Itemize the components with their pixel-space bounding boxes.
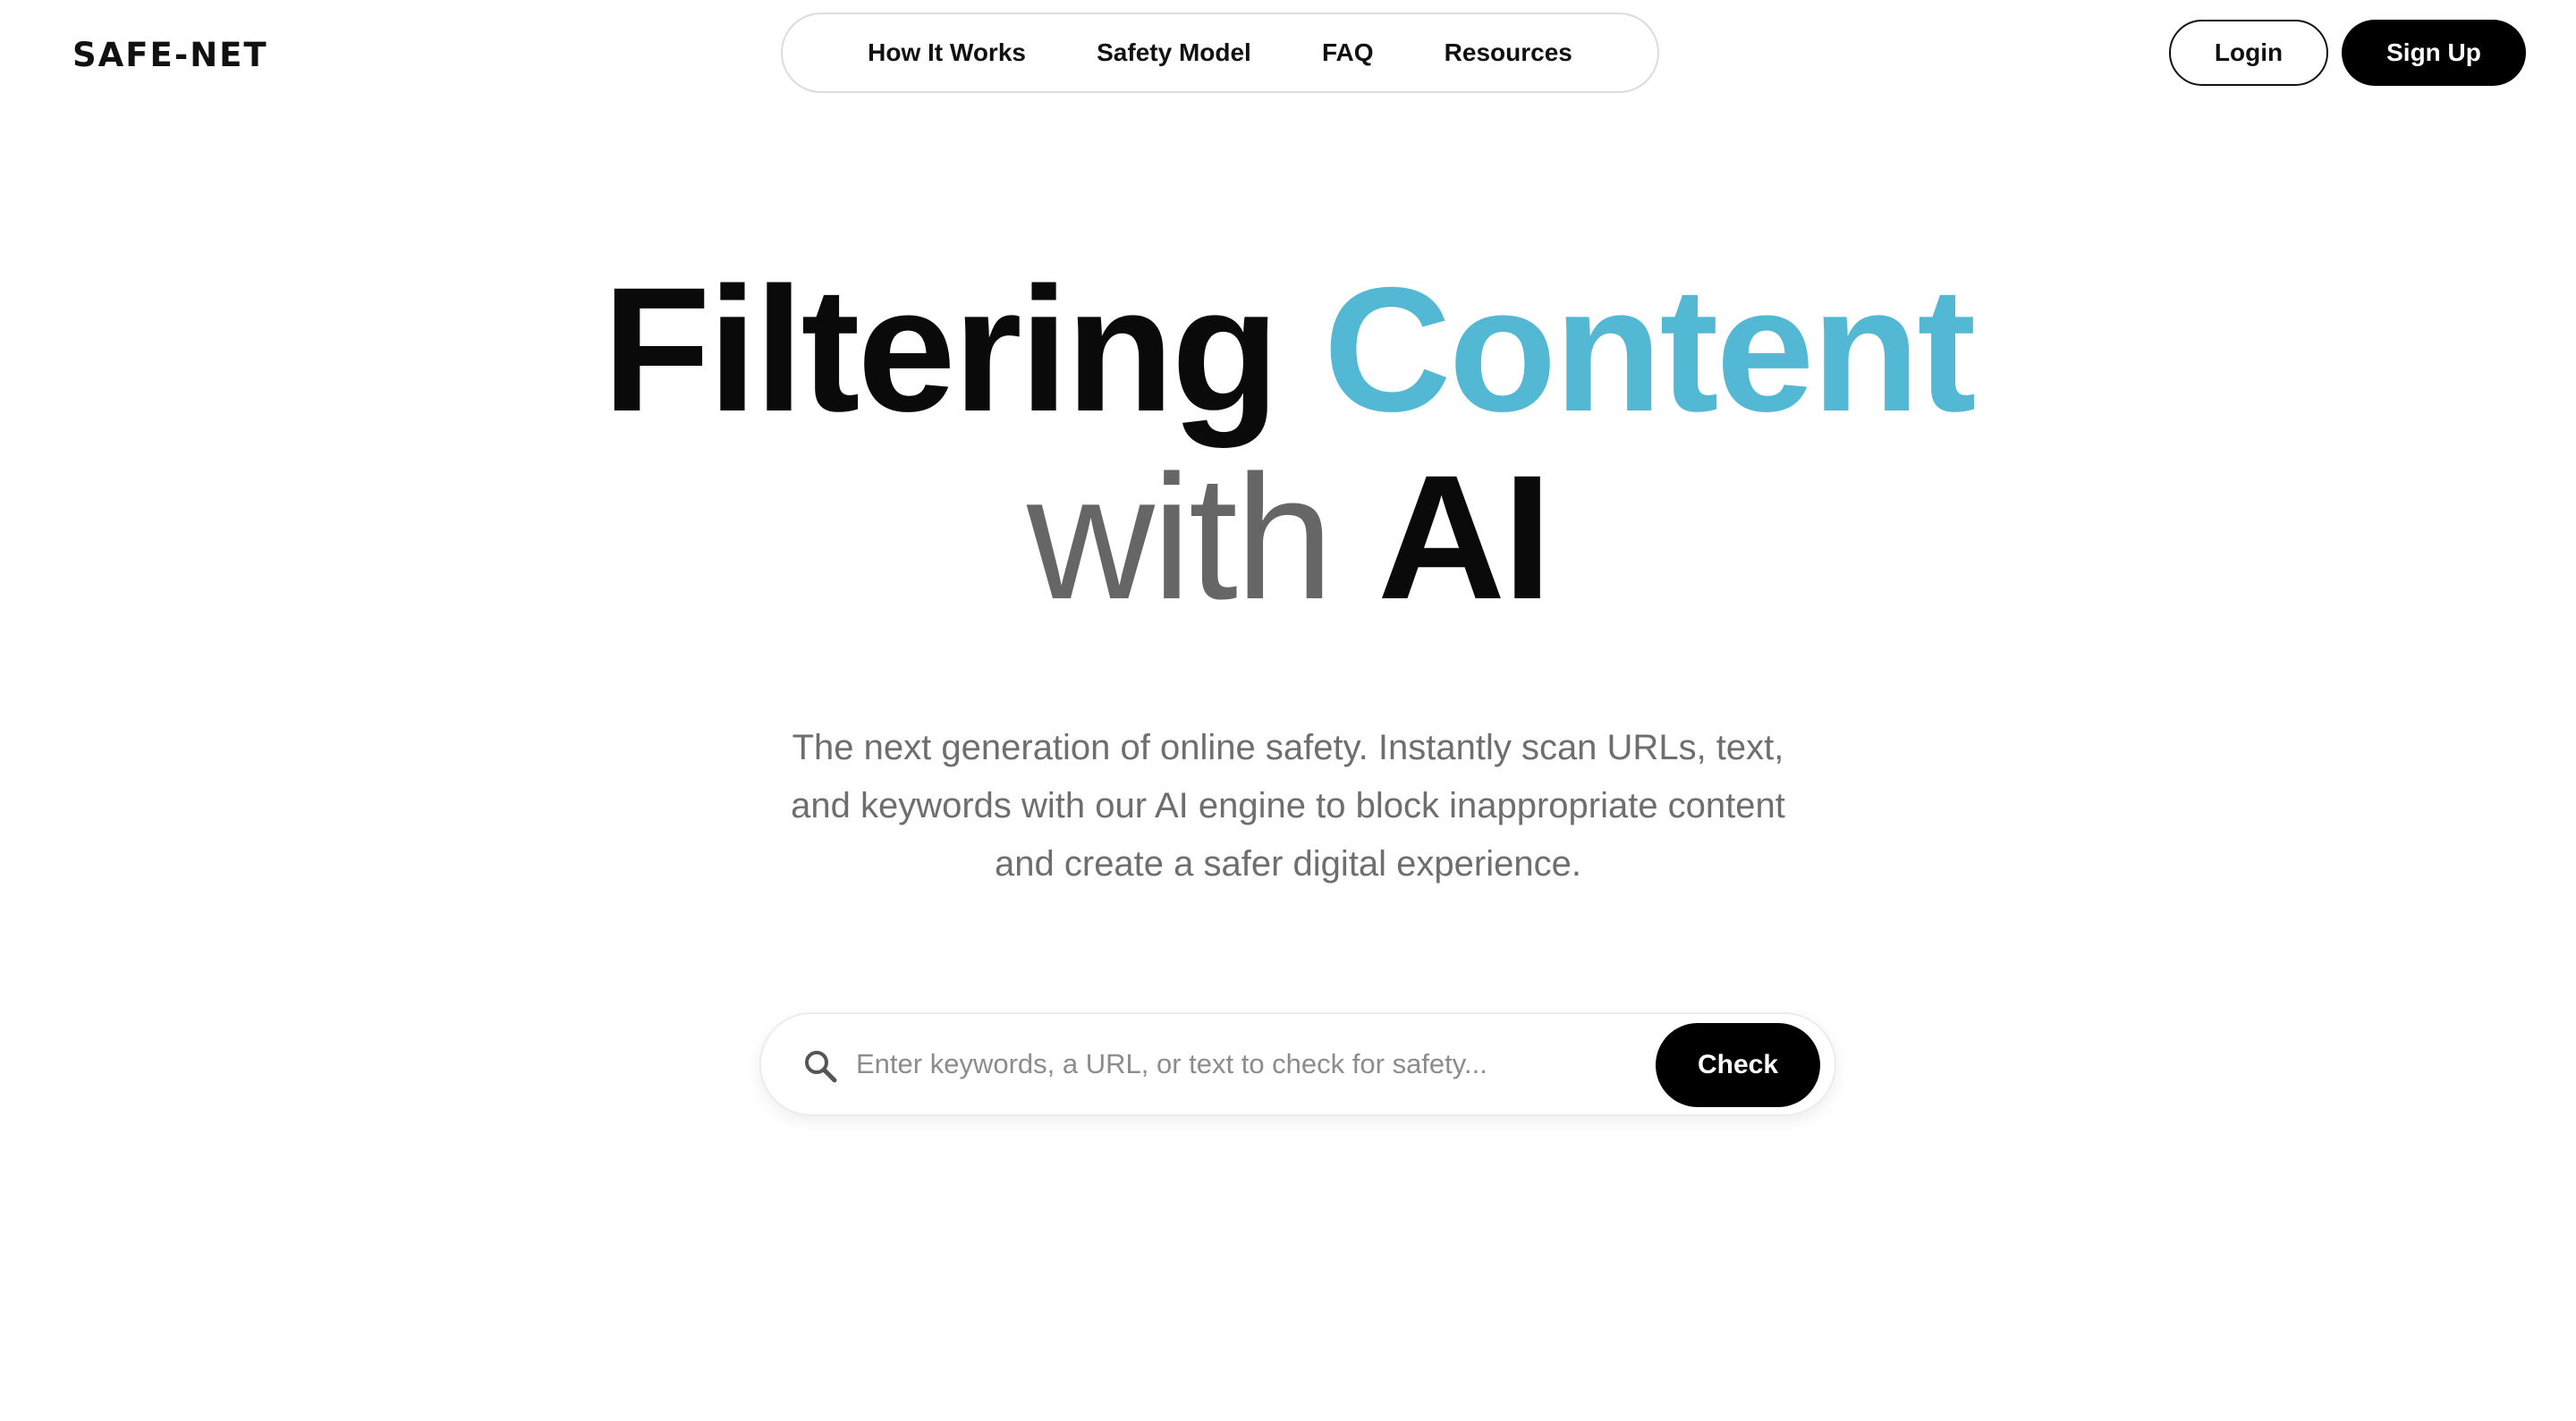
brand-logo[interactable]: SAFE-NET [72, 34, 268, 77]
hero-subtitle-line-2: and keywords with our AI engine to block… [791, 786, 1785, 825]
hero-subtitle-line-1: The next generation of online safety. In… [792, 728, 1784, 767]
nav-link-how-it-works[interactable]: How It Works [862, 30, 1031, 76]
nav-link-safety-model[interactable]: Safety Model [1091, 30, 1257, 76]
sign-up-button[interactable]: Sign Up [2342, 20, 2526, 86]
nav-link-faq[interactable]: FAQ [1317, 30, 1379, 76]
hero-title-word-with: with [1026, 438, 1334, 636]
hero-title: Filtering Content with AI [0, 256, 2576, 631]
search-icon [805, 1051, 837, 1083]
hero-title-line-2: with AI [0, 444, 2576, 631]
hero-subtitle: The next generation of online safety. In… [787, 719, 1789, 893]
hero-title-word-filtering: Filtering [602, 250, 1280, 448]
main-nav: How It Works Safety Model FAQ Resources [781, 13, 1659, 93]
nav-link-resources[interactable]: Resources [1439, 30, 1578, 76]
login-button[interactable]: Login [2169, 20, 2328, 86]
safety-search-bar: Check [759, 1012, 1836, 1116]
hero-title-line-1: Filtering Content [0, 256, 2576, 444]
hero-title-word-content: Content [1323, 250, 1977, 448]
safety-check-input[interactable] [856, 1036, 1500, 1093]
check-button[interactable]: Check [1656, 1023, 1820, 1107]
hero-subtitle-line-3: and create a safer digital experience. [995, 844, 1581, 884]
hero-title-word-ai: AI [1377, 438, 1552, 636]
